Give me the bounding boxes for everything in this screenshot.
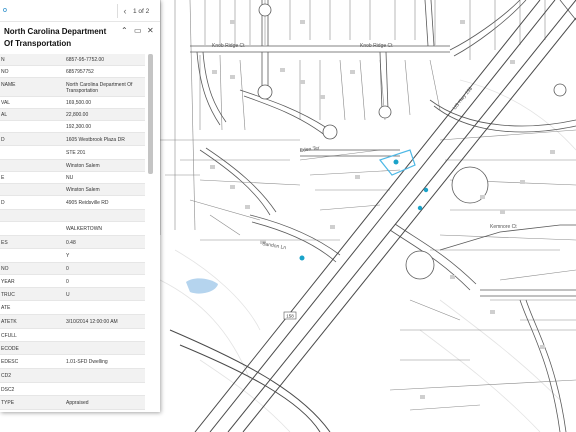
attribute-key: CD2 [1, 373, 12, 379]
attribute-key: ECODE [1, 345, 19, 352]
attribute-value: 22,800.00 [66, 112, 89, 118]
attribute-value: 0 [66, 278, 69, 285]
attribute-value: Winston Salem [66, 163, 100, 169]
attribute-row: NAME North Carolina Department Of Transpo… [0, 78, 145, 97]
collapse-icon[interactable]: ⌃ [121, 26, 128, 36]
label-knob-ridge-ct: Knob Ridge Ct [212, 43, 245, 49]
attribute-value: 169,500.00 [66, 100, 92, 106]
attribute-row: D 1605 Westbrook Plaza DR [0, 133, 145, 146]
attribute-key: AL [1, 112, 8, 118]
attribute-row: N 6857-95-7752.00 [0, 54, 145, 66]
attribute-key: D [1, 136, 5, 143]
attribute-row: DSC2 [0, 383, 145, 396]
attribute-value: Appraised [66, 400, 89, 406]
attribute-row: NO 0 [0, 263, 145, 275]
attribute-row [0, 210, 145, 222]
attribute-row: D 4905 Reidsville RD [0, 196, 145, 210]
attribute-row: 192,300.00 [0, 121, 145, 133]
attribute-row: Y [0, 249, 145, 263]
attribute-row: ATETK 3/10/2014 12:00:00 AM [0, 315, 145, 329]
attribute-row: Winston Salem [0, 160, 145, 172]
attribute-key: EDESC [1, 359, 19, 365]
attribute-row: YPE [0, 410, 145, 412]
attribute-value: 192,300.00 [66, 124, 92, 130]
attribute-value: U [66, 291, 70, 298]
attribute-value: 1605 Westbrook Plaza DR [66, 136, 125, 143]
attribute-row: VAL 169,500.00 [0, 97, 145, 109]
attribute-key: ATETK [1, 319, 17, 325]
dock-icon[interactable]: ▭ [134, 26, 142, 36]
attribute-table: N 6857-95-7752.00 NO 6857957752 NAME North Ca… [0, 54, 145, 412]
popup-header: North Carolina Department Of Transportat… [0, 23, 160, 51]
attribute-value: 1.01-SFD Dwelling [66, 359, 108, 365]
previous-feature-icon[interactable]: ‹ [120, 5, 130, 17]
attribute-value: 3/10/2014 12:00:00 AM [66, 319, 118, 325]
attribute-row: Winston Salem [0, 184, 145, 196]
label-kemnore-ct: Kemnore Ct [490, 224, 517, 230]
attribute-key: TRUC [1, 291, 15, 298]
attribute-key: DSC2 [1, 386, 15, 393]
attribute-row: EDESC 1.01-SFD Dwelling [0, 355, 145, 369]
attribute-value: 0 [66, 266, 69, 272]
attribute-key: TYPE [1, 400, 15, 406]
label-knob-ridge-ct-2: Knob Ridge Ct [360, 43, 393, 49]
route-shield-label: 158 [286, 314, 294, 319]
attribute-key: NO [1, 69, 9, 75]
attribute-row: ATE [0, 301, 145, 315]
attribute-key: YEAR [1, 278, 15, 285]
attribute-key: NO [1, 266, 9, 272]
attribute-row: TRUC U [0, 288, 145, 301]
attribute-key: CFULL [1, 332, 17, 339]
zoom-to-link[interactable]: o [3, 7, 7, 14]
attribute-value: NU [66, 175, 74, 181]
popup-title: North Carolina Department Of Transportat… [4, 27, 107, 48]
attribute-value: 0.48 [66, 239, 76, 246]
attribute-row: ECODE [0, 342, 145, 355]
attribute-value: 4905 Reidsville RD [66, 200, 109, 206]
attribute-row: E NU [0, 172, 145, 184]
attribute-row: WALKERTOWN [0, 222, 145, 236]
attribute-row: NO 6857957752 [0, 66, 145, 78]
attribute-key: VAL [1, 100, 11, 106]
feature-popup: o ‹ 1 of 2 North Carolina Department Of … [0, 0, 160, 412]
attribute-row: ES 0.48 [0, 236, 145, 249]
attribute-key: ATE [1, 305, 11, 311]
attribute-row: AL 22,800.00 [0, 109, 145, 121]
attribute-row: CFULL [0, 329, 145, 342]
attribute-value: North Carolina Department Of Transportat… [66, 81, 133, 94]
popup-scrollbar[interactable] [148, 54, 153, 174]
attribute-key: ES [1, 239, 8, 246]
attribute-row: STE 201 [0, 146, 145, 160]
attribute-row: YEAR 0 [0, 275, 145, 288]
attribute-value: WALKERTOWN [66, 226, 103, 232]
attribute-value: 6857-95-7752.00 [66, 57, 105, 63]
feature-count: 1 of 2 [133, 8, 150, 15]
attribute-row: CD2 [0, 369, 145, 383]
pager-divider [117, 4, 118, 18]
attribute-key: D [1, 200, 5, 206]
attribute-key: N [1, 57, 5, 63]
attribute-value: Y [66, 253, 70, 259]
attribute-value: STE 201 [66, 150, 86, 156]
close-icon[interactable]: ✕ [147, 26, 154, 36]
attribute-value: Winston Salem [66, 187, 100, 193]
attribute-row: TYPE Appraised [0, 396, 145, 410]
popup-pager: o ‹ 1 of 2 [0, 0, 160, 22]
attribute-value: 6857957752 [66, 69, 94, 75]
attribute-key: E [1, 175, 5, 181]
attribute-key: NAME [1, 81, 16, 88]
